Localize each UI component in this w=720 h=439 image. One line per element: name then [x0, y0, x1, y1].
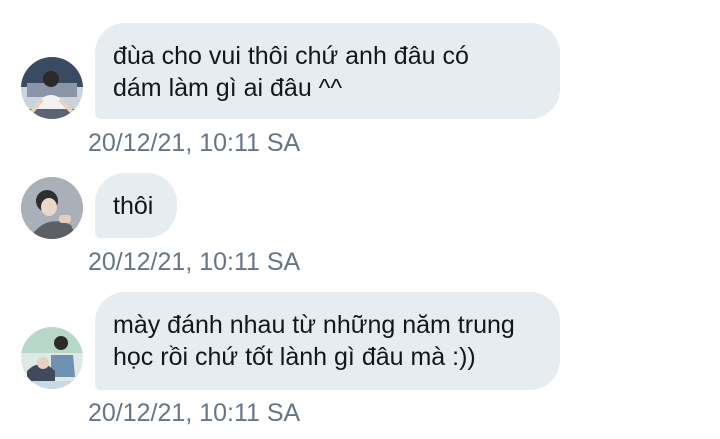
message-bubble[interactable]: mày đánh nhau từ những năm trung học rồi…	[95, 292, 560, 390]
message-thread: đùa cho vui thôi chứ anh đâu có dám làm …	[0, 0, 720, 439]
user-photo-icon	[21, 57, 83, 119]
user-photo-icon	[21, 177, 83, 239]
message-item: thôi 20/12/21, 10:11 SA	[0, 160, 720, 280]
message-text: thôi	[113, 192, 154, 220]
message-text: học rồi chứ tốt lành gì đâu mà :))	[113, 343, 476, 371]
user-photo-icon	[21, 327, 83, 389]
message-text: dám làm gì ai đâu ^^	[113, 74, 343, 102]
message-timestamp: 20/12/21, 10:11 SA	[88, 129, 301, 157]
message-item: mày đánh nhau từ những năm trung học rồi…	[0, 280, 720, 439]
message-timestamp: 20/12/21, 10:11 SA	[88, 399, 301, 427]
avatar[interactable]	[21, 177, 83, 239]
message-bubble[interactable]: thôi	[95, 173, 177, 238]
message-bubble[interactable]: đùa cho vui thôi chứ anh đâu có dám làm …	[95, 23, 560, 119]
avatar[interactable]	[21, 57, 83, 119]
message-timestamp: 20/12/21, 10:11 SA	[88, 248, 301, 276]
message-item: đùa cho vui thôi chứ anh đâu có dám làm …	[0, 0, 720, 160]
avatar[interactable]	[21, 327, 83, 389]
message-text: mày đánh nhau từ những năm trung	[113, 311, 515, 339]
message-text: đùa cho vui thôi chứ anh đâu có	[113, 42, 469, 70]
